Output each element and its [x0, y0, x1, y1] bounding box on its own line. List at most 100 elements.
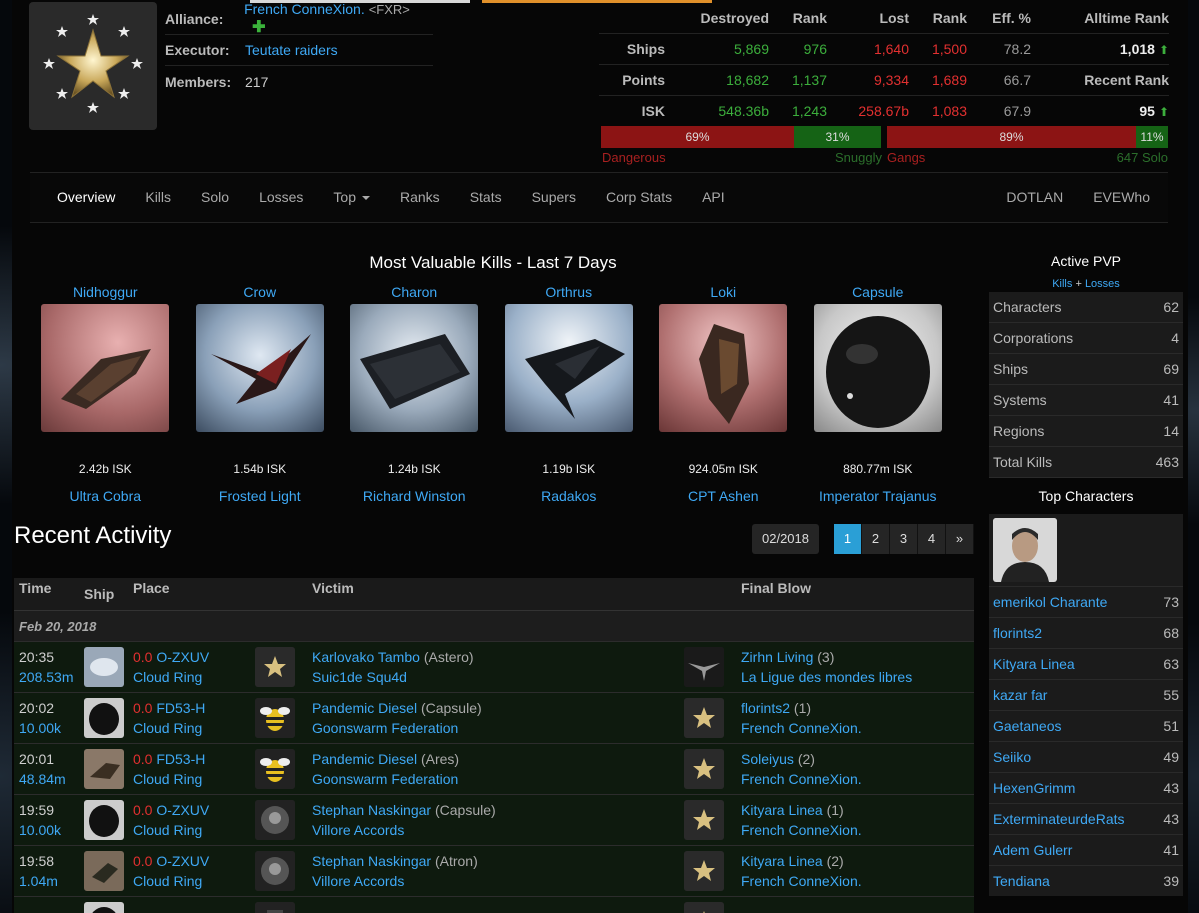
char-link[interactable]: emerikol Charante [993, 587, 1107, 617]
bee-logo-icon[interactable] [255, 749, 295, 789]
capsule-icon[interactable] [84, 800, 124, 840]
region-link[interactable]: Cloud Ring [133, 667, 255, 687]
tab-overview[interactable]: Overview [42, 172, 130, 223]
mvk-ship-link[interactable]: Capsule [801, 284, 956, 304]
final-blow-corp-link[interactable]: French ConneXion. [741, 820, 974, 840]
char-link[interactable]: Adem Gulerr [993, 835, 1072, 865]
mvk-pilot-link[interactable]: Frosted Light [183, 488, 338, 504]
ship-render-capsule[interactable] [813, 304, 942, 432]
page-3[interactable]: 3 [890, 524, 918, 554]
final-blow-link[interactable]: Zirhn Living [741, 649, 813, 665]
region-link[interactable]: Cloud Ring [133, 820, 255, 840]
final-blow-link[interactable]: Soleiyus [741, 751, 794, 767]
char-link[interactable]: kazar far [993, 680, 1047, 710]
ship-render-orthrus[interactable] [504, 304, 633, 432]
alliance-link[interactable]: French ConneXion. [244, 1, 365, 17]
victim-link[interactable]: Pandemic Diesel [312, 700, 417, 716]
executor-link[interactable]: Teutate raiders [245, 42, 338, 58]
mvk-ship-link[interactable]: Crow [183, 284, 338, 304]
tab-top[interactable]: Top [318, 172, 385, 223]
month-selector[interactable]: 02/2018 [752, 524, 819, 554]
capsule-icon[interactable] [84, 902, 124, 913]
mvk-pilot-link[interactable]: Ultra Cobra [28, 488, 183, 504]
losses-link[interactable]: Losses [1085, 278, 1120, 290]
tab-solo[interactable]: Solo [186, 172, 244, 223]
tab-losses[interactable]: Losses [244, 172, 318, 223]
kill-value[interactable]: 10.00k [19, 718, 84, 738]
final-blow-corp-link[interactable]: French ConneXion. [741, 769, 974, 789]
tab-ranks[interactable]: Ranks [385, 172, 455, 223]
kill-value[interactable]: 1.04m [19, 871, 84, 891]
ship-render-loki[interactable] [659, 304, 788, 432]
final-blow-corp-link[interactable]: La Ligue des mondes libres [741, 667, 974, 687]
system-link[interactable]: FD53-H [156, 751, 205, 767]
system-link[interactable]: O-ZXUV [156, 649, 209, 665]
victim-corp-link[interactable]: Villore Accords [312, 871, 684, 891]
star-logo-icon[interactable] [684, 749, 724, 789]
winged-logo-icon[interactable] [684, 647, 724, 687]
kill-value[interactable]: 48.84m [19, 769, 84, 789]
link-evewho[interactable]: EVEWho [1078, 172, 1168, 223]
final-blow-corp-link[interactable]: French ConneXion. [741, 718, 974, 738]
table-row[interactable]: 19:58 1.04m 0.0 O-ZXUV Cloud Ring Stephan Na… [14, 845, 974, 896]
tab-stats[interactable]: Stats [455, 172, 517, 223]
page-next[interactable]: » [946, 524, 974, 554]
char-link[interactable]: HexenGrimm [993, 773, 1075, 803]
star-logo-icon[interactable] [684, 800, 724, 840]
kill-value[interactable]: 10.00k [19, 820, 84, 840]
region-link[interactable]: Cloud Ring [133, 871, 255, 891]
victim-corp-link[interactable]: Villore Accords [312, 820, 684, 840]
region-link[interactable]: Cloud Ring [133, 718, 255, 738]
system-link[interactable]: FD53-H [156, 700, 205, 716]
final-blow-link[interactable]: Kityara Linea [741, 802, 823, 818]
villore-logo-icon[interactable] [255, 800, 295, 840]
victim-link[interactable]: Stephan Naskingar [312, 853, 431, 869]
char-link[interactable]: florints2 [993, 618, 1042, 648]
tab-corp-stats[interactable]: Corp Stats [591, 172, 687, 223]
tab-supers[interactable]: Supers [517, 172, 591, 223]
avatar[interactable] [993, 518, 1057, 582]
star-logo-icon[interactable] [684, 902, 724, 913]
page-1[interactable]: 1 [834, 524, 862, 554]
link-dotlan[interactable]: DOTLAN [991, 172, 1078, 223]
kill-value[interactable]: 208.53m [19, 667, 84, 687]
region-link[interactable]: Cloud Ring [133, 769, 255, 789]
tab-api[interactable]: API [687, 172, 740, 223]
final-blow-link[interactable]: Kityara Linea [741, 853, 823, 869]
victim-corp-link[interactable]: Goonswarm Federation [312, 718, 684, 738]
table-row[interactable]: 20:35 208.53m 0.0 O-ZXUV Cloud Ring Karlovak… [14, 641, 974, 692]
plus-icon[interactable]: ✚ [252, 19, 265, 36]
system-link[interactable]: O-ZXUV [156, 853, 209, 869]
generic-logo-icon[interactable] [255, 902, 295, 913]
victim-corp-link[interactable]: Suic1de Squ4d [312, 667, 684, 687]
ship-render-nidhoggur[interactable] [41, 304, 170, 432]
tab-kills[interactable]: Kills [130, 172, 186, 223]
mvk-ship-link[interactable]: Nidhoggur [28, 284, 183, 304]
ares-icon[interactable] [84, 749, 124, 789]
char-link[interactable]: ExterminateurdeRats [993, 804, 1125, 834]
page-2[interactable]: 2 [862, 524, 890, 554]
char-link[interactable]: Tendiana [993, 866, 1050, 896]
mvk-pilot-link[interactable]: Richard Winston [337, 488, 492, 504]
ship-render-charon[interactable] [350, 304, 479, 432]
table-row[interactable]: 20:02 10.00k 0.0 FD53-H Cloud Ring Pandemic … [14, 692, 974, 743]
star-logo-icon[interactable] [684, 698, 724, 738]
victim-link[interactable]: Pandemic Diesel [312, 751, 417, 767]
kills-link[interactable]: Kills [1052, 278, 1072, 290]
bee-logo-icon[interactable] [255, 698, 295, 738]
table-row[interactable]: 19:59 10.00k 0.0 O-ZXUV Cloud Ring Stephan N… [14, 794, 974, 845]
atron-icon[interactable] [84, 851, 124, 891]
page-4[interactable]: 4 [918, 524, 946, 554]
system-link[interactable]: O-ZXUV [156, 802, 209, 818]
mvk-pilot-link[interactable]: CPT Ashen [646, 488, 801, 504]
capsule-icon[interactable] [84, 698, 124, 738]
table-row[interactable]: 20:01 48.84m 0.0 FD53-H Cloud Ring Pandemic … [14, 743, 974, 794]
ship-render-crow[interactable] [195, 304, 324, 432]
char-link[interactable]: Gaetaneos [993, 711, 1062, 741]
mvk-ship-link[interactable]: Loki [646, 284, 801, 304]
mvk-pilot-link[interactable]: Imperator Trajanus [801, 488, 956, 504]
char-link[interactable]: Seiiko [993, 742, 1031, 772]
astero-icon[interactable] [84, 647, 124, 687]
final-blow-link[interactable]: florints2 [741, 700, 790, 716]
villore-logo-icon[interactable] [255, 851, 295, 891]
